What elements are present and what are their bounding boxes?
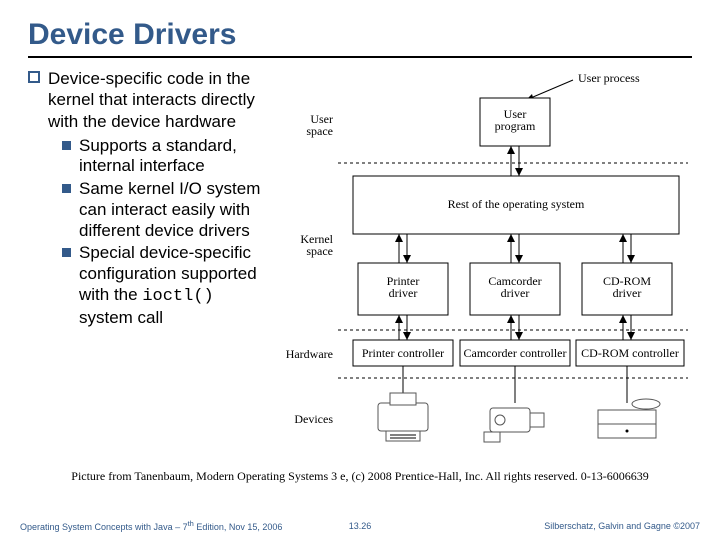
text-column: Device-specific code in the kernel that … xyxy=(28,68,268,463)
sub-bullet: Special device-specific configuration su… xyxy=(62,243,268,328)
svg-text:Kernelspace: Kernelspace xyxy=(300,232,333,258)
slide: Device Drivers Device-specific code in t… xyxy=(0,0,720,540)
main-bullet-body: Device-specific code in the kernel that … xyxy=(48,69,255,131)
figure-caption: Picture from Tanenbaum, Modern Operating… xyxy=(28,469,692,484)
footer-center: 13.26 xyxy=(326,521,394,531)
camcorder-icon xyxy=(484,408,544,442)
hollow-square-icon xyxy=(28,71,40,83)
diagram-column: Userspace Kernelspace Hardware Devices U… xyxy=(278,68,692,463)
cdrom-icon xyxy=(598,399,660,438)
svg-text:CD-ROM controller: CD-ROM controller xyxy=(581,346,679,360)
main-bullet: Device-specific code in the kernel that … xyxy=(28,68,268,328)
svg-text:Hardware: Hardware xyxy=(286,347,333,361)
architecture-diagram: Userspace Kernelspace Hardware Devices U… xyxy=(278,68,692,463)
label-user-process: User process xyxy=(578,71,640,85)
footer-left: Operating System Concepts with Java – 7t… xyxy=(20,519,326,532)
sub-bullet-text: Same kernel I/O system can interact easi… xyxy=(79,179,268,241)
filled-square-icon xyxy=(62,141,71,150)
sub-bullet: Supports a standard, internal interface xyxy=(62,136,268,177)
svg-text:Printerdriver: Printerdriver xyxy=(387,274,420,300)
label-rest-os: Rest of the operating system xyxy=(448,197,585,211)
main-bullet-text: Device-specific code in the kernel that … xyxy=(48,68,268,328)
svg-text:Userspace: Userspace xyxy=(306,112,333,138)
svg-text:Devices: Devices xyxy=(294,412,333,426)
sub-bullet-text: Supports a standard, internal interface xyxy=(79,136,268,177)
sub-bullet-text: Special device-specific configuration su… xyxy=(79,243,268,328)
code-ioctl: ioctl() xyxy=(142,287,213,306)
title-divider xyxy=(28,56,692,58)
printer-icon xyxy=(378,393,428,441)
sub-bullet-list: Supports a standard, internal interface … xyxy=(48,136,268,329)
sub-bullet: Same kernel I/O system can interact easi… xyxy=(62,179,268,241)
filled-square-icon xyxy=(62,248,71,257)
slide-title: Device Drivers xyxy=(28,18,692,52)
content-columns: Device-specific code in the kernel that … xyxy=(28,68,692,463)
svg-text:Printer controller: Printer controller xyxy=(362,346,444,360)
footer-right: Silberschatz, Galvin and Gagne ©2007 xyxy=(394,521,700,531)
svg-text:Camcorder controller: Camcorder controller xyxy=(464,346,567,360)
slide-footer: Operating System Concepts with Java – 7t… xyxy=(0,519,720,532)
filled-square-icon xyxy=(62,184,71,193)
